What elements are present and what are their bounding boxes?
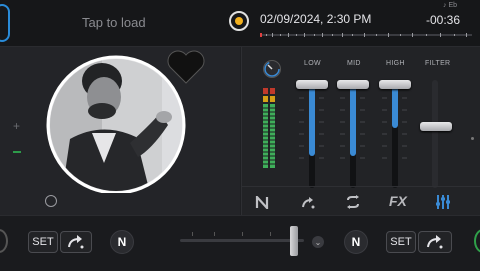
- neutron-icon[interactable]: [255, 196, 269, 209]
- crossfader[interactable]: [180, 226, 304, 256]
- cue-arrow-right-button[interactable]: [418, 231, 452, 253]
- equalizer-icon[interactable]: [435, 195, 451, 209]
- mixer-icon-row: FX: [241, 186, 480, 215]
- track-datetime: 02/09/2024, 2:30 PM: [260, 12, 372, 26]
- chevron-down-icon[interactable]: ⌄: [312, 236, 324, 248]
- eq-low-fader-cap[interactable]: [296, 80, 328, 89]
- pitch-minus-icon[interactable]: [13, 151, 21, 153]
- top-bar: Tap to load 02/09/2024, 2:30 PM ♪ Eb -00…: [0, 0, 480, 47]
- neutron-right-button[interactable]: N: [344, 230, 368, 254]
- deck-panel: +: [0, 47, 240, 215]
- vu-meter: [263, 88, 277, 168]
- set-cue-left-button[interactable]: SET: [28, 231, 58, 253]
- sync-icon[interactable]: [345, 195, 361, 209]
- gain-knob[interactable]: [263, 60, 281, 78]
- time-remaining: -00:36: [426, 13, 461, 27]
- neutron-left-button[interactable]: N: [110, 230, 134, 254]
- cue-arrow-icon: [68, 235, 84, 249]
- fader-tick-marks: [299, 97, 407, 159]
- cue-arrow-left-button[interactable]: [60, 231, 92, 253]
- set-cue-right-button[interactable]: SET: [386, 231, 416, 253]
- eq-low-label: LOW: [304, 60, 321, 67]
- cue-arrow-icon: [427, 235, 443, 249]
- crossfader-cap[interactable]: [290, 226, 298, 256]
- fx-button[interactable]: FX: [389, 193, 407, 209]
- eq-mid-label: MID: [347, 60, 361, 67]
- eq-mid-fader-cap[interactable]: [337, 80, 369, 89]
- cue-arrow-icon[interactable]: [301, 197, 315, 209]
- deck-left-edge-button[interactable]: [0, 4, 10, 42]
- side-dot: [471, 137, 474, 140]
- eq-high-label: HIGH: [386, 60, 405, 67]
- eq-high-fader-cap[interactable]: [379, 80, 411, 89]
- waveform-overview[interactable]: [260, 32, 472, 38]
- load-track-prompt[interactable]: Tap to load: [82, 15, 146, 30]
- play-indicator-icon[interactable]: [229, 11, 249, 31]
- filter-label: FILTER: [425, 60, 451, 67]
- pitch-plus-icon[interactable]: +: [13, 119, 20, 133]
- track-key: ♪ Eb: [443, 2, 458, 9]
- heart-icon[interactable]: [165, 47, 207, 87]
- cue-point-indicator: [45, 195, 57, 207]
